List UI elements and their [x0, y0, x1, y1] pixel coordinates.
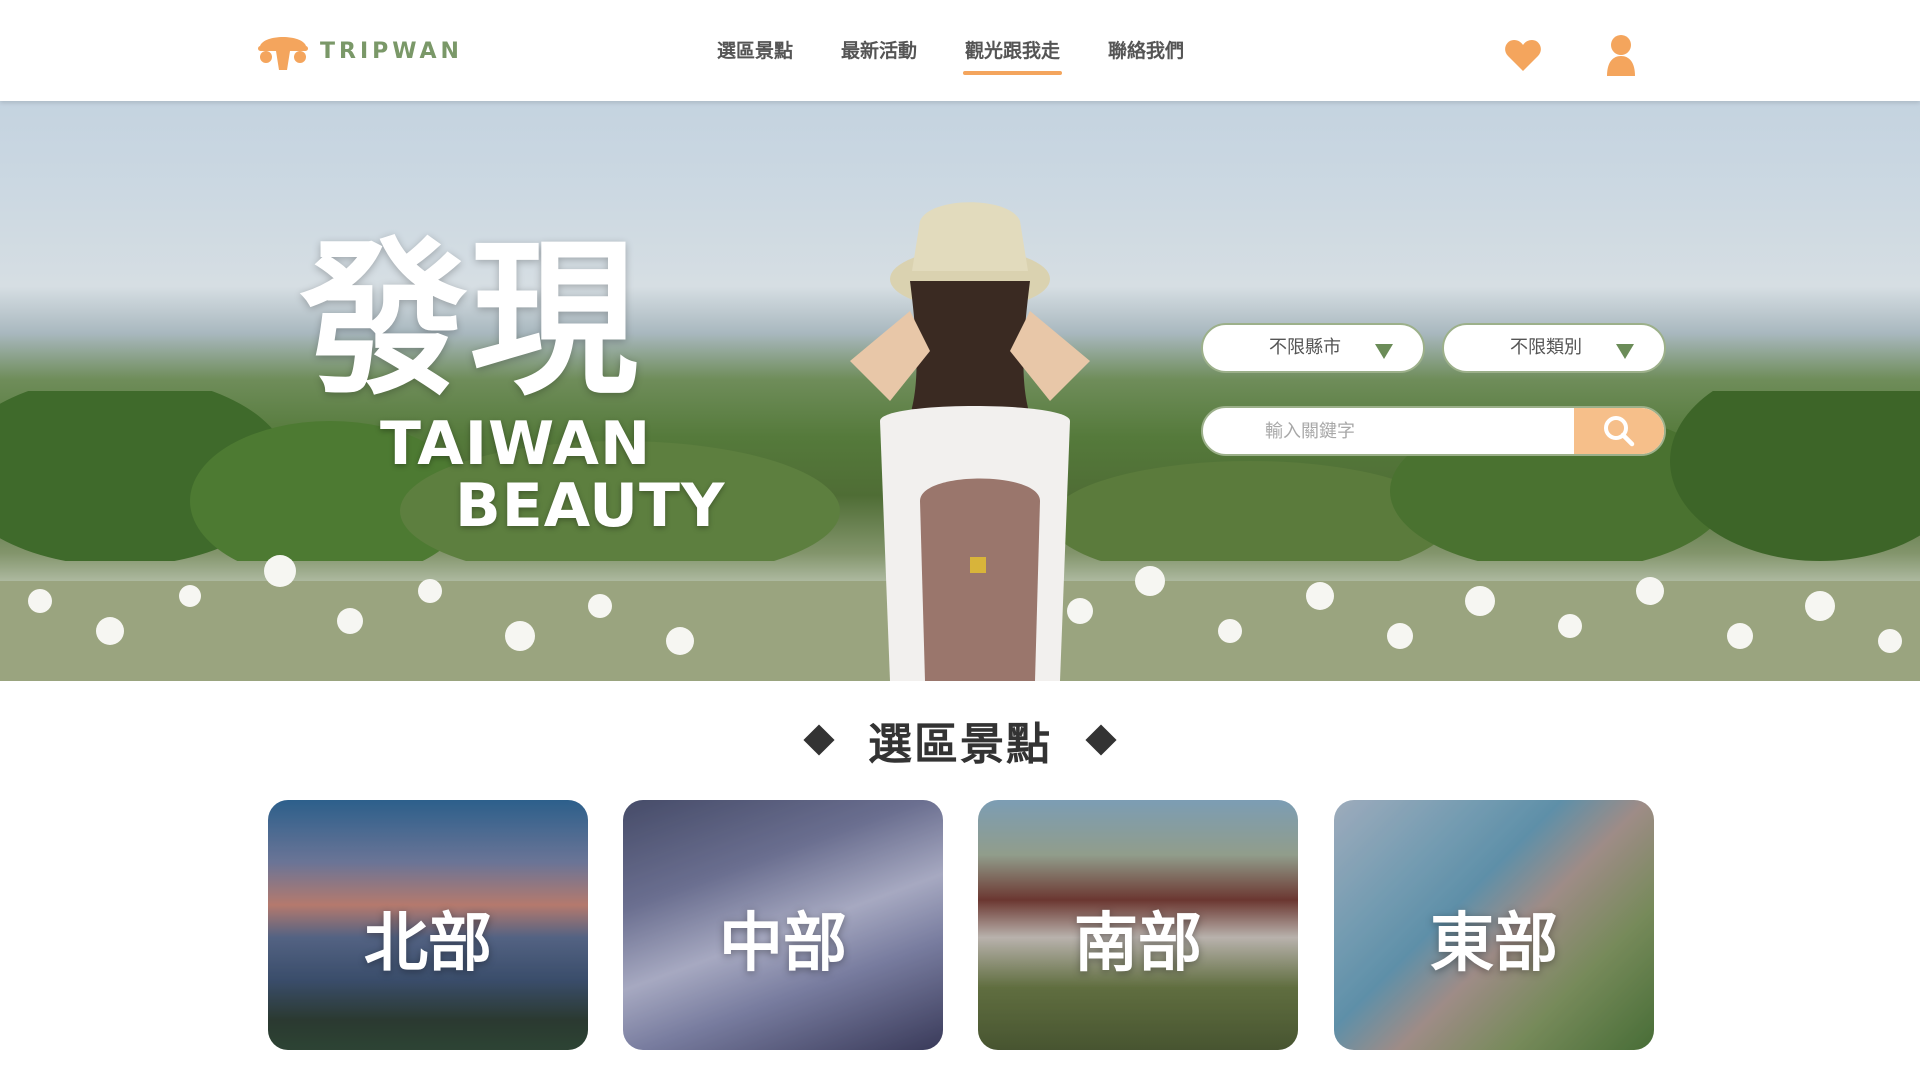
logo[interactable]: TRIPWAN [254, 28, 463, 74]
region-card-south[interactable]: 南部 [978, 800, 1298, 1050]
hero-title: 發現 [300, 222, 640, 418]
hero-subtitle-taiwan: TAIWAN [380, 409, 652, 479]
brand-name: TRIPWAN [320, 38, 463, 64]
region-card-label: 東部 [1430, 907, 1558, 981]
heart-icon[interactable] [1504, 38, 1542, 72]
category-select-value: 不限類別 [1510, 337, 1582, 358]
tripwan-logo-icon [258, 37, 308, 70]
category-select[interactable]: 不限類別 [1442, 323, 1666, 373]
region-card-label: 北部 [364, 907, 492, 981]
section-title: 選區景點 [868, 719, 1052, 770]
region-card-label: 中部 [719, 907, 847, 981]
site-header: TRIPWAN 選區景點 最新活動 觀光跟我走 聯絡我們 [0, 0, 1920, 101]
region-card-label: 南部 [1074, 907, 1202, 981]
diamond-icon [1085, 724, 1117, 756]
city-select[interactable]: 不限縣市 [1201, 323, 1425, 373]
chevron-down-icon [1375, 344, 1393, 359]
hero-banner: 發現 TAIWAN BEAUTY 不限縣市 不限類別 [0, 101, 1920, 681]
nav-item-latest-events[interactable]: 最新活動 [841, 36, 917, 63]
hero-subtitle-beauty: BEAUTY [455, 471, 726, 541]
chevron-down-icon [1616, 344, 1634, 359]
diamond-icon [803, 724, 835, 756]
nav-item-region-spots[interactable]: 選區景點 [717, 36, 793, 63]
search-input[interactable] [1203, 408, 1578, 454]
search-icon [1604, 416, 1635, 447]
user-icon[interactable] [1605, 34, 1637, 76]
region-card-north[interactable]: 北部 [268, 800, 588, 1050]
region-card-central[interactable]: 中部 [623, 800, 943, 1050]
city-select-value: 不限縣市 [1269, 337, 1341, 358]
section-header: 選區景點 [0, 710, 1920, 770]
search-button[interactable] [1574, 408, 1664, 454]
region-card-east[interactable]: 東部 [1334, 800, 1654, 1050]
nav-item-tour-with-me[interactable]: 觀光跟我走 [963, 36, 1063, 75]
main-nav: 選區景點 最新活動 觀光跟我走 聯絡我們 [717, 36, 1184, 75]
nav-item-contact[interactable]: 聯絡我們 [1108, 36, 1184, 63]
region-cards: 北部 中部 南部 東部 [268, 800, 1654, 1050]
traveler-photo [850, 202, 1090, 681]
search-bar [1201, 406, 1666, 456]
